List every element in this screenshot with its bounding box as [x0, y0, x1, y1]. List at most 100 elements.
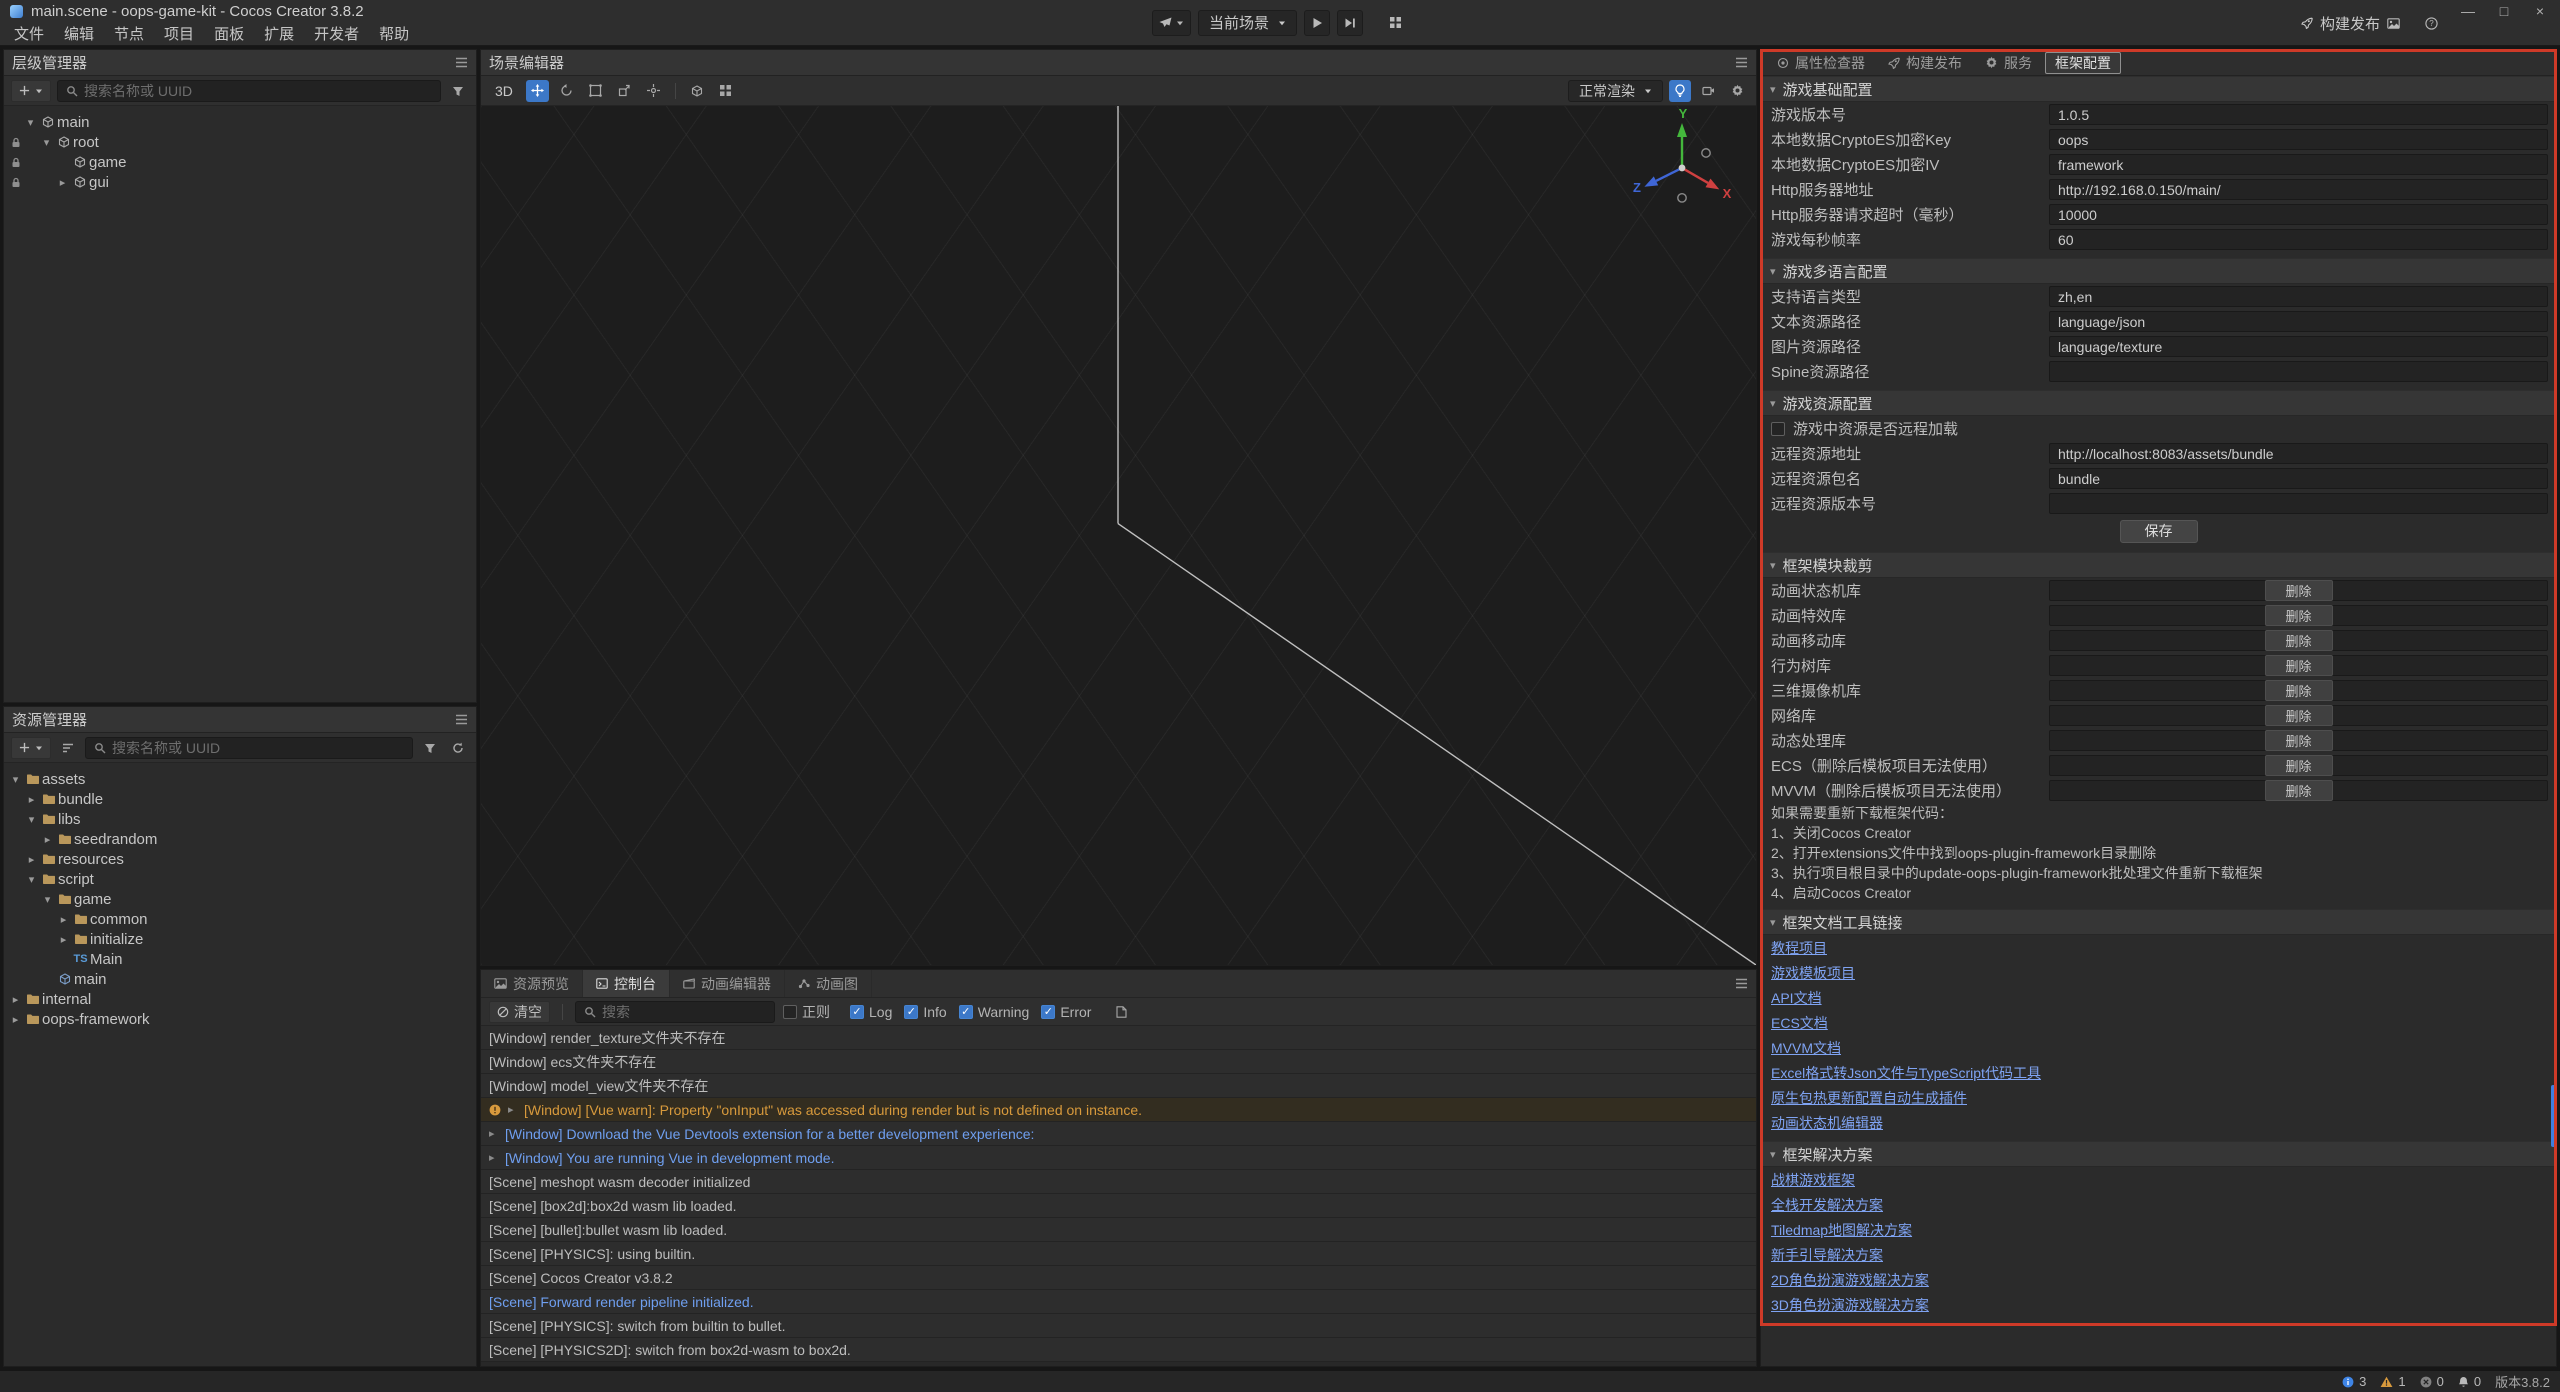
menu-item-7[interactable]: 帮助 [369, 23, 419, 44]
mvvm-doc-link[interactable]: MVVM文档 [1771, 1038, 1841, 1058]
rpg3d-solution-link[interactable]: 3D角色扮演游戏解决方案 [1771, 1295, 1929, 1315]
notification-indicator[interactable]: 0 [2458, 1374, 2481, 1389]
languages-input[interactable] [2049, 286, 2548, 307]
expand-arrow[interactable]: ▾ [39, 136, 54, 149]
menu-item-1[interactable]: 编辑 [54, 23, 104, 44]
delete-dynamic-button[interactable]: 删除 [2264, 730, 2332, 751]
assets-item-bundle[interactable]: ▸bundle [4, 789, 476, 809]
scene-viewport[interactable]: Y X Z [481, 106, 1756, 965]
assets-item-initialize[interactable]: ▸initialize [4, 929, 476, 949]
regex-checkbox-box[interactable] [783, 1005, 797, 1019]
expand-arrow[interactable]: ▸ [489, 1151, 505, 1164]
delete-tween-button[interactable]: 删除 [2264, 630, 2332, 651]
delete-behavior-tree-button[interactable]: 删除 [2264, 655, 2332, 676]
tab-asset-preview[interactable]: 资源预览 [481, 970, 583, 997]
maximize-button[interactable]: □ [2486, 0, 2522, 22]
log-row[interactable]: [Scene] [PHYSICS]: switch from builtin t… [481, 1314, 1756, 1338]
expand-arrow[interactable]: ▸ [8, 1013, 23, 1026]
expand-arrow[interactable]: ▸ [55, 176, 70, 189]
menu-item-6[interactable]: 开发者 [304, 23, 369, 44]
camera-settings-button[interactable] [1697, 80, 1720, 102]
lock-icon[interactable] [8, 177, 23, 188]
delete-network-button[interactable]: 删除 [2264, 705, 2332, 726]
assets-item-seedrandom[interactable]: ▸seedrandom [4, 829, 476, 849]
pivot-mode-button[interactable] [686, 80, 708, 102]
log-row[interactable]: [Window] ecs文件夹不存在 [481, 1050, 1756, 1074]
anchor-tool-button[interactable] [642, 80, 665, 102]
remote-url-input[interactable] [2049, 443, 2548, 464]
filter-error[interactable]: Error [1041, 1004, 1091, 1020]
filter-info[interactable]: Info [904, 1004, 946, 1020]
http-server-url-input[interactable] [2049, 179, 2548, 200]
expand-arrow[interactable]: ▸ [24, 793, 39, 806]
hierarchy-item-game[interactable]: game [4, 152, 476, 172]
menu-item-5[interactable]: 扩展 [254, 23, 304, 44]
expand-arrow[interactable]: ▾ [23, 116, 38, 129]
log-row[interactable]: ▸[Window] [Vue warn]: Property "onInput"… [481, 1098, 1756, 1122]
minimize-button[interactable]: — [2450, 0, 2486, 22]
error-count-indicator[interactable]: 0 [2420, 1374, 2444, 1389]
log-row[interactable]: [Window] render_texture文件夹不存在 [481, 1026, 1756, 1050]
console-menu-icon[interactable] [1735, 978, 1748, 989]
delete-animator-button[interactable]: 删除 [2264, 580, 2332, 601]
view-gizmo[interactable]: Y X Z [1633, 106, 1732, 202]
log-row[interactable]: [Scene] Forward render pipeline initiali… [481, 1290, 1756, 1314]
assets-item-libs[interactable]: ▾libs [4, 809, 476, 829]
expand-arrow[interactable]: ▸ [508, 1103, 524, 1116]
assets-sort-button[interactable] [57, 737, 79, 759]
log-row[interactable]: [Scene] [box2d]:box2d wasm lib loaded. [481, 1194, 1756, 1218]
assets-item-main[interactable]: main [4, 969, 476, 989]
expand-arrow[interactable]: ▸ [8, 993, 23, 1006]
log-row[interactable]: [Scene] [PHYSICS]: using builtin. [481, 1242, 1756, 1266]
rect-tool-button[interactable] [584, 80, 607, 102]
expand-arrow[interactable]: ▾ [8, 773, 23, 786]
menu-item-2[interactable]: 节点 [104, 23, 154, 44]
create-asset-button[interactable] [11, 737, 51, 759]
assets-item-script[interactable]: ▾script [4, 869, 476, 889]
filter-info-checkbox[interactable] [904, 1005, 918, 1019]
assets-item-resources[interactable]: ▸resources [4, 849, 476, 869]
log-row[interactable]: [Scene] [bullet]:bullet wasm lib loaded. [481, 1218, 1756, 1242]
tab-inspector[interactable]: 属性检查器 [1767, 52, 1875, 74]
menu-item-3[interactable]: 项目 [154, 23, 204, 44]
http-timeout-input[interactable] [2049, 204, 2548, 225]
image-res-path-input[interactable] [2049, 336, 2548, 357]
fullstack-solution-link[interactable]: 全栈开发解决方案 [1771, 1195, 1883, 1215]
step-button[interactable] [1337, 10, 1363, 36]
assets-filter-button[interactable] [419, 737, 441, 759]
game-version-input[interactable] [2049, 104, 2548, 125]
preview-target-button[interactable] [1152, 10, 1191, 36]
expand-arrow[interactable]: ▾ [24, 813, 39, 826]
log-row[interactable]: [Window] model_view文件夹不存在 [481, 1074, 1756, 1098]
hierarchy-menu-icon[interactable] [455, 57, 468, 68]
delete-effect-button[interactable]: 删除 [2264, 605, 2332, 626]
frame-rate-input[interactable] [2049, 229, 2548, 250]
hot-update-plugin-link[interactable]: 原生包热更新配置自动生成插件 [1771, 1088, 1967, 1108]
filter-error-checkbox[interactable] [1041, 1005, 1055, 1019]
inspector-scrollbar-thumb[interactable] [2551, 1085, 2556, 1147]
log-row[interactable]: ▸[Window] Download the Vue Devtools exte… [481, 1122, 1756, 1146]
screenshot-button[interactable] [2380, 10, 2406, 36]
slg-framework-link[interactable]: 战棋游戏框架 [1771, 1170, 1855, 1190]
log-row[interactable]: [Scene] meshopt wasm decoder initialized [481, 1170, 1756, 1194]
menu-item-4[interactable]: 面板 [204, 23, 254, 44]
section-header[interactable]: ▾框架模块裁剪 [1761, 552, 2556, 578]
warning-count-indicator[interactable]: 1 [2380, 1374, 2405, 1389]
assets-item-assets[interactable]: ▾assets [4, 769, 476, 789]
layout-button[interactable] [1382, 10, 1408, 36]
section-header[interactable]: ▾框架解决方案 [1761, 1141, 2556, 1167]
expand-arrow[interactable]: ▸ [56, 933, 71, 946]
filter-log[interactable]: Log [850, 1004, 892, 1020]
filter-warning[interactable]: Warning [959, 1004, 1030, 1020]
log-row[interactable]: [Scene] Cocos Creator v3.8.2 [481, 1266, 1756, 1290]
section-header[interactable]: ▾框架文档工具链接 [1761, 909, 2556, 935]
console-search-input[interactable] [602, 1004, 766, 1020]
scene-settings-button[interactable] [1726, 80, 1749, 102]
delete-mvvm-button[interactable]: 删除 [2264, 780, 2332, 801]
hierarchy-filter-button[interactable] [447, 80, 469, 102]
tutorial-project-link[interactable]: 教程项目 [1771, 938, 1827, 958]
remote-bundle-name-input[interactable] [2049, 468, 2548, 489]
save-button[interactable]: 保存 [2120, 520, 2198, 543]
section-header[interactable]: ▾游戏多语言配置 [1761, 258, 2556, 284]
expand-arrow[interactable]: ▾ [24, 873, 39, 886]
